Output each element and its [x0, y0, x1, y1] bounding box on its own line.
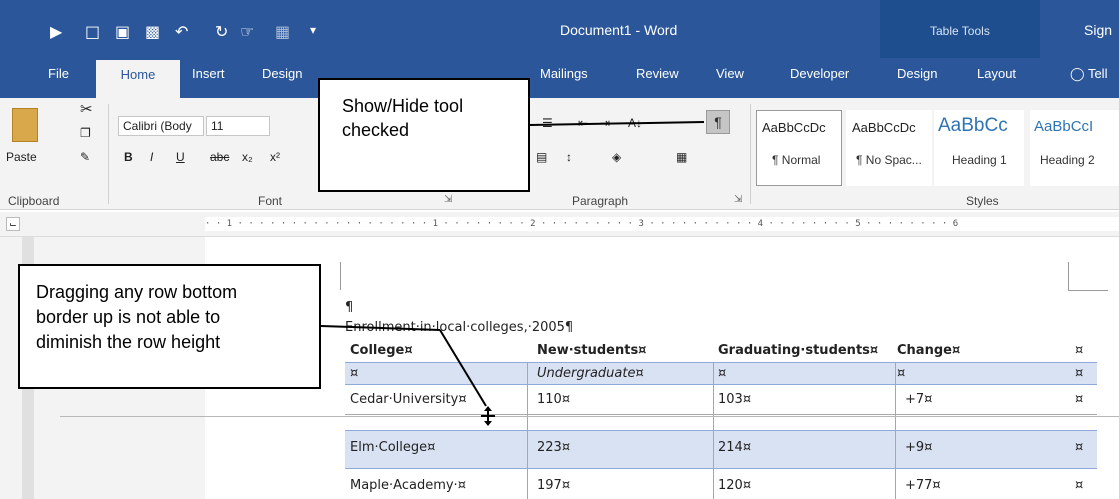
callout-line: checked [342, 120, 410, 140]
callout-line: Show/Hide tool [342, 96, 464, 116]
callout-leader-lines [320, 121, 705, 407]
callout-line: diminish the row height [36, 332, 221, 352]
callout-line: border up is not able to [36, 307, 221, 327]
row-height-callout: Dragging any row bottom border up is not… [18, 264, 321, 389]
callout-line: Dragging any row bottom [36, 282, 238, 302]
show-hide-callout: Show/Hide tool checked [318, 78, 530, 192]
